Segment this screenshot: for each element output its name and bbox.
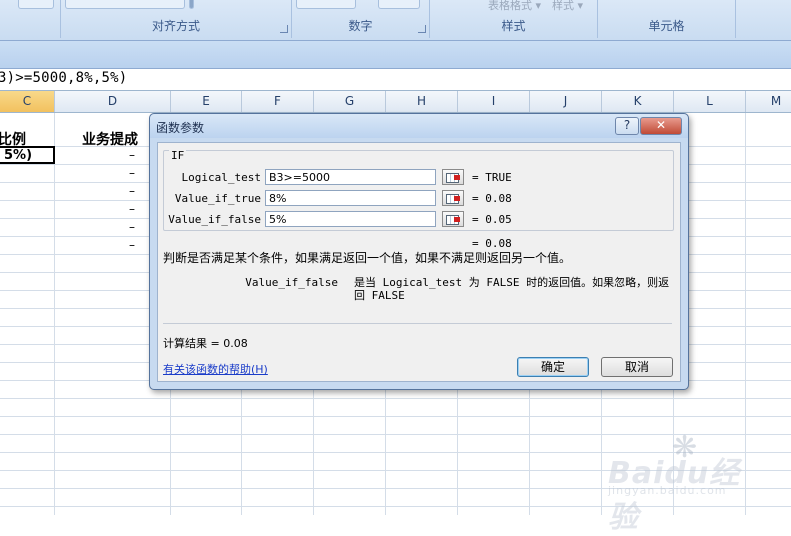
close-icon[interactable]: ✕	[640, 117, 682, 135]
column-header-f[interactable]: F	[242, 91, 314, 112]
value-if-false-input[interactable]: 5%	[265, 211, 436, 227]
ribbon-bottom-strip	[0, 41, 791, 69]
column-headers: C D E F G H I J K L M	[0, 91, 791, 113]
formula-text: 3)>=5000,8%,5%)	[0, 70, 128, 86]
column-header-d[interactable]: D	[55, 91, 171, 112]
value-if-true-input[interactable]: 8%	[265, 190, 436, 206]
help-icon[interactable]: ?	[615, 117, 639, 135]
ribbon-button-stub[interactable]	[18, 0, 54, 9]
ribbon-button-stub[interactable]	[378, 0, 420, 9]
dialog-titlebar[interactable]: 函数参数 ? ✕	[150, 114, 688, 138]
column-header-k[interactable]: K	[602, 91, 674, 112]
cancel-button[interactable]: 取消	[601, 357, 673, 377]
cell-styles-button[interactable]: 样式 ▾	[552, 0, 583, 13]
arg-label-logical-test: Logical_test	[181, 171, 261, 184]
ribbon-group-label: 数字	[348, 19, 373, 33]
collapse-dialog-icon[interactable]	[442, 190, 464, 206]
cell-d-dash: –	[129, 184, 135, 198]
baidu-watermark: ❋ Baidu经验 jingyan.baidu.com	[608, 430, 758, 535]
format-as-table-button[interactable]: 表格格式 ▾	[488, 0, 541, 13]
formula-bar[interactable]: 3)>=5000,8%,5%)	[0, 69, 791, 91]
ribbon-group-number: 数字	[292, 0, 430, 38]
ribbon-separator	[189, 0, 194, 9]
cell-d-dash: –	[129, 238, 135, 252]
watermark-subtext: jingyan.baidu.com	[608, 484, 727, 497]
column-header-h[interactable]: H	[386, 91, 458, 112]
ribbon-group-styles: 表格格式 ▾ 样式 ▾ 样式	[430, 0, 598, 38]
column-header-g[interactable]: G	[314, 91, 386, 112]
cell-d-dash: –	[129, 202, 135, 216]
dialog-title: 函数参数	[156, 121, 205, 135]
function-name: IF	[169, 149, 187, 162]
ribbon-group-label: 单元格	[648, 19, 685, 33]
cell-d-dash: –	[129, 148, 135, 162]
argument-help-text: 是当 Logical_test 为 FALSE 时的返回值。如果忽略，则返回 F…	[354, 276, 670, 302]
column-header-m[interactable]: M	[746, 91, 791, 112]
collapse-dialog-icon[interactable]	[442, 169, 464, 185]
collapse-dialog-icon[interactable]	[442, 211, 464, 227]
column-header-c[interactable]: C	[0, 91, 55, 112]
calculation-result: 计算结果 = 0.08	[163, 337, 248, 350]
ribbon-group-label: 样式	[501, 19, 526, 33]
cell-d-dash: –	[129, 166, 135, 180]
arg-label-value-if-false: Value_if_false	[168, 213, 261, 226]
ribbon-button-stub[interactable]	[65, 0, 185, 9]
ribbon-group-cells: 单元格	[598, 0, 736, 38]
ok-button[interactable]: 确定	[517, 357, 589, 377]
ribbon-group-clipboard	[0, 0, 61, 38]
function-description: 判断是否满足某个条件，如果满足返回一个值，如果不满足则返回另一个值。	[163, 251, 572, 265]
dialog-launcher-icon[interactable]	[418, 25, 426, 33]
argument-help-name: Value_if_false	[245, 276, 338, 289]
ribbon-group-label: 对齐方式	[151, 19, 200, 33]
dialog-launcher-icon[interactable]	[280, 25, 288, 33]
logical-test-input[interactable]: B3>=5000	[265, 169, 436, 185]
active-cell-border	[0, 146, 55, 164]
ribbon-group-alignment: 对齐方式	[61, 0, 292, 38]
cell-d-dash: –	[129, 220, 135, 234]
arg-label-value-if-true: Value_if_true	[174, 192, 261, 205]
ribbon-button-stub[interactable]	[296, 0, 356, 9]
function-help-link[interactable]: 有关该函数的帮助(H)	[163, 361, 268, 377]
dialog-separator	[163, 323, 672, 324]
arg-result-logical-test: = TRUE	[472, 171, 512, 184]
column-header-j[interactable]: J	[530, 91, 602, 112]
result-separator	[464, 230, 672, 231]
ribbon-group-editing	[736, 0, 791, 38]
cell-d-header: 业务提成	[82, 132, 138, 148]
column-header-e[interactable]: E	[171, 91, 242, 112]
ribbon: 对齐方式 数字 表格格式 ▾ 样式 ▾ 样式 单元格	[0, 0, 791, 41]
function-arguments-dialog: 函数参数 ? ✕ IF Logical_test B3>=5000 = TRUE…	[149, 113, 689, 390]
arg-result-value-if-false: = 0.05	[472, 213, 512, 226]
arg-result-value-if-true: = 0.08	[472, 192, 512, 205]
column-header-i[interactable]: I	[458, 91, 530, 112]
dialog-body: IF Logical_test B3>=5000 = TRUE Value_if…	[157, 142, 681, 382]
column-header-l[interactable]: L	[674, 91, 746, 112]
